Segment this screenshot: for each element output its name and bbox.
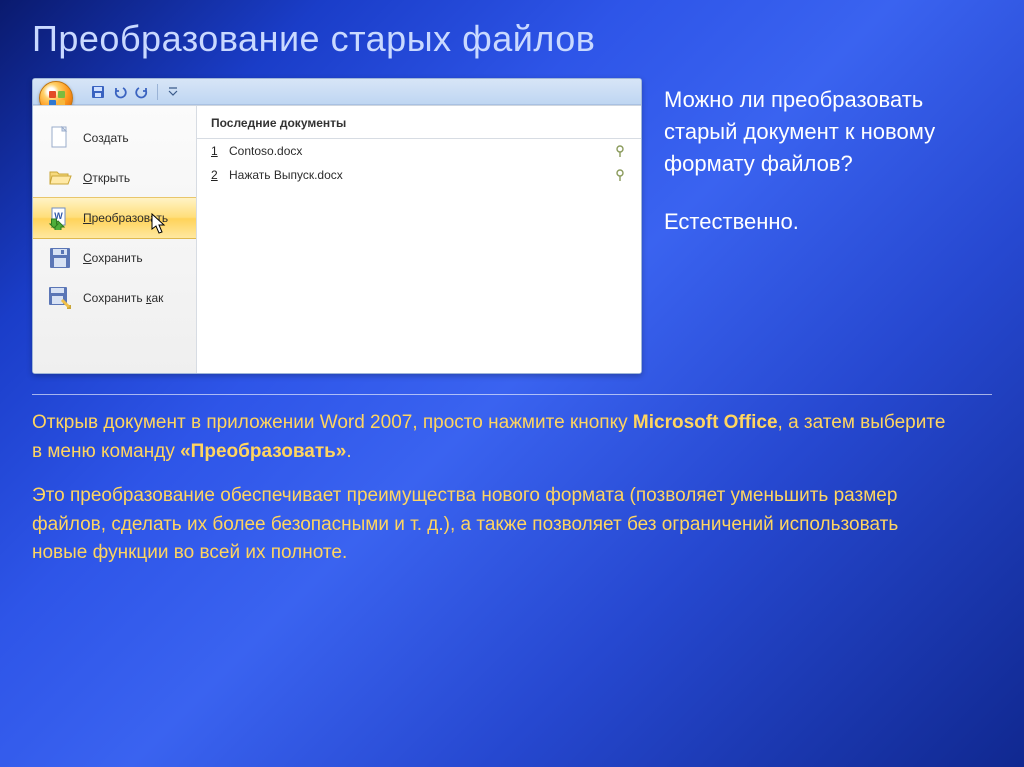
menu-item-label: Сохранить как <box>83 291 163 305</box>
office-menu-commands: Создать Открыть W <box>33 106 197 373</box>
recent-index: 2 <box>211 168 221 182</box>
recent-filename: Contoso.docx <box>229 144 605 158</box>
qat-separator <box>157 84 158 100</box>
office-menu: Создать Открыть W <box>33 105 641 373</box>
menu-item-new[interactable]: Создать <box>33 118 196 158</box>
menu-item-label: Преобразовать <box>83 211 168 225</box>
menu-item-open[interactable]: Открыть <box>33 158 196 198</box>
menu-item-save-as[interactable]: Сохранить как <box>33 278 196 318</box>
new-document-icon <box>47 125 73 151</box>
save-icon <box>47 245 73 271</box>
word-title-bar <box>33 79 641 105</box>
quick-access-toolbar <box>89 83 182 101</box>
slide-title: Преобразование старых файлов <box>32 18 992 60</box>
qat-undo-button[interactable] <box>111 83 129 101</box>
body-paragraph-1: Открыв документ в приложении Word 2007, … <box>32 409 952 466</box>
recent-documents-header: Последние документы <box>197 106 641 139</box>
qat-save-button[interactable] <box>89 83 107 101</box>
menu-item-label: Сохранить <box>83 251 143 265</box>
body-text: Открыв документ в приложении Word 2007, … <box>32 409 952 568</box>
recent-document-item[interactable]: 2 Нажать Выпуск.docx <box>197 163 641 187</box>
word-screenshot: ие ¶ Создать Открыть <box>32 78 642 374</box>
menu-item-label: Открыть <box>83 171 130 185</box>
side-text: Можно ли преобразовать старый документ к… <box>664 78 964 264</box>
side-paragraph-2: Естественно. <box>664 206 964 238</box>
body-paragraph-2: Это преобразование обеспечивает преимуще… <box>32 482 952 568</box>
save-as-icon <box>47 285 73 311</box>
save-icon <box>91 85 105 99</box>
folder-open-icon <box>47 165 73 191</box>
undo-icon <box>113 85 127 99</box>
redo-icon <box>135 85 149 99</box>
separator <box>32 394 992 395</box>
side-paragraph-1: Можно ли преобразовать старый документ к… <box>664 84 964 180</box>
pin-icon[interactable] <box>613 168 627 182</box>
recent-index: 1 <box>211 144 221 158</box>
qat-redo-button[interactable] <box>133 83 151 101</box>
menu-item-convert[interactable]: W Преобразовать <box>33 197 196 239</box>
recent-documents-panel: Последние документы 1 Contoso.docx 2 Наж… <box>197 106 641 373</box>
menu-item-save[interactable]: Сохранить <box>33 238 196 278</box>
chevron-down-icon <box>168 87 178 97</box>
pin-icon[interactable] <box>613 144 627 158</box>
recent-filename: Нажать Выпуск.docx <box>229 168 605 182</box>
qat-customize-button[interactable] <box>164 83 182 101</box>
menu-item-label: Создать <box>83 131 129 145</box>
recent-document-item[interactable]: 1 Contoso.docx <box>197 139 641 163</box>
convert-icon: W <box>47 205 73 231</box>
